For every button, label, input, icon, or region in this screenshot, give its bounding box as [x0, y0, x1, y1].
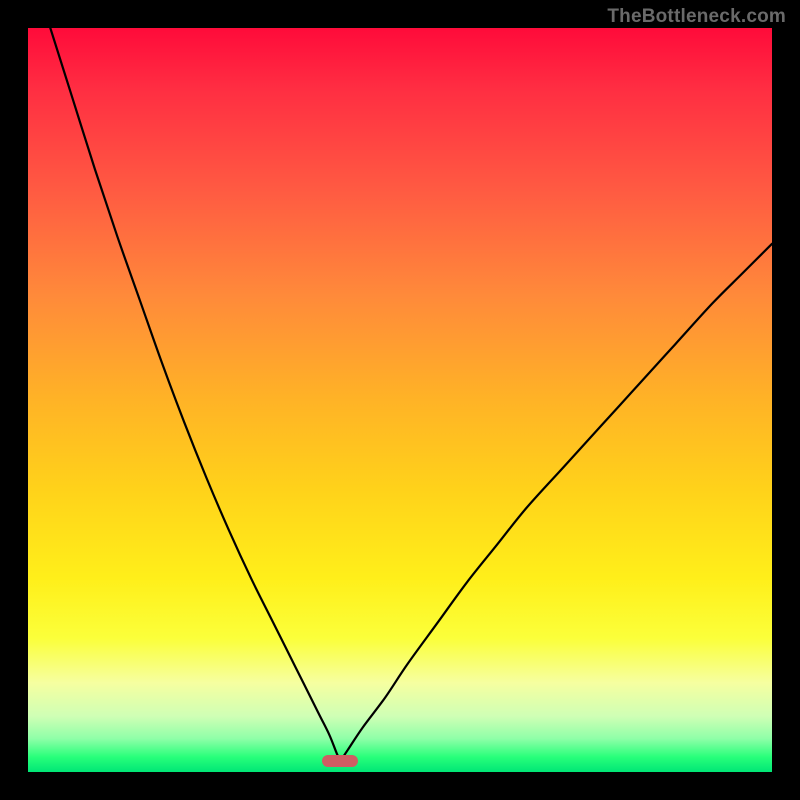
- plot-area: [28, 28, 772, 772]
- chart-frame: TheBottleneck.com: [0, 0, 800, 800]
- curve-layer: [28, 28, 772, 772]
- curve-left: [50, 28, 340, 761]
- watermark-text: TheBottleneck.com: [607, 6, 786, 28]
- minimum-marker: [322, 755, 358, 767]
- curve-right: [340, 244, 772, 761]
